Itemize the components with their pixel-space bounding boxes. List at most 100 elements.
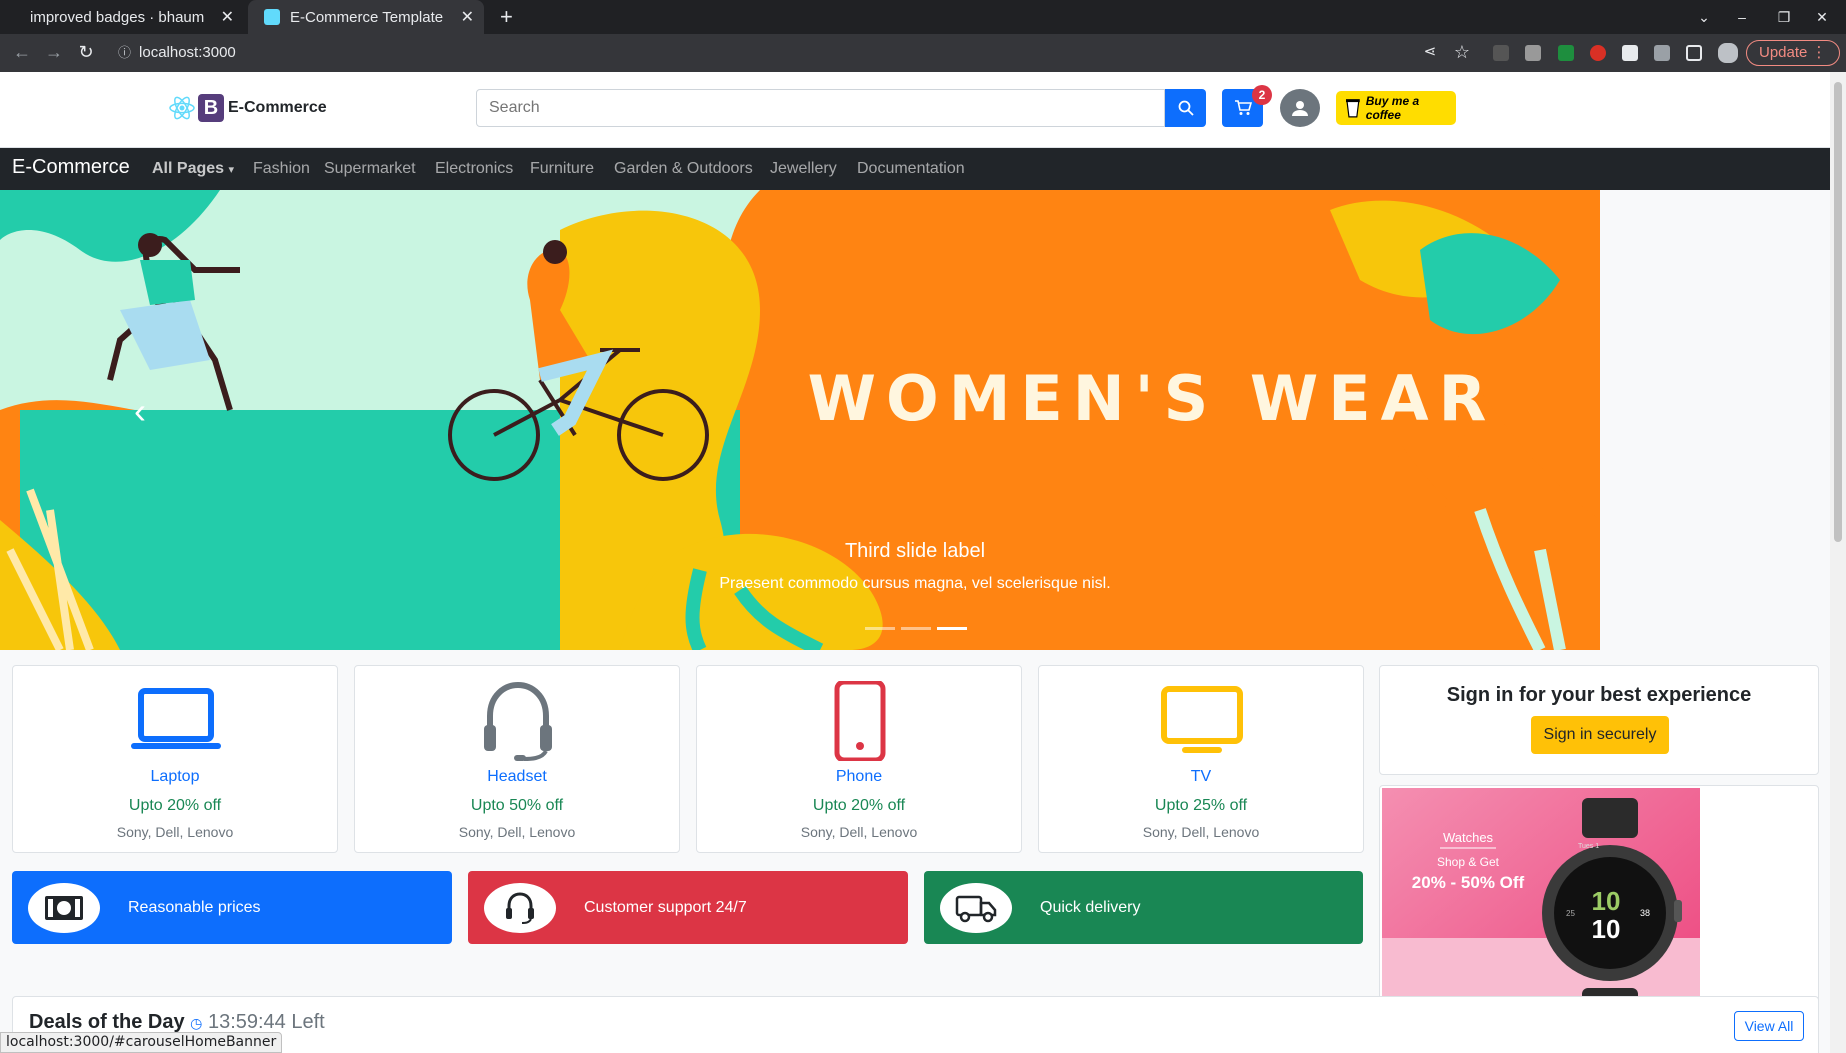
- restore-icon[interactable]: ❐: [1772, 6, 1796, 28]
- feature-label: Quick delivery: [1040, 898, 1141, 916]
- back-icon[interactable]: ←: [10, 42, 34, 63]
- caption-text: Praesent commodo cursus magna, vel scele…: [719, 575, 1111, 592]
- browser-tab-active[interactable]: E-Commerce Template ✕: [248, 0, 484, 34]
- carousel-indicator-active[interactable]: [937, 627, 967, 630]
- nav-link-garden[interactable]: Garden & Outdoors: [614, 160, 753, 178]
- site-logo[interactable]: B E-Commerce: [168, 94, 327, 122]
- info-icon[interactable]: ⓘ: [118, 45, 131, 60]
- category-brands: Sony, Dell, Lenovo: [800, 824, 918, 840]
- feature-label: Customer support 24/7: [584, 898, 747, 916]
- category-card-tv[interactable]: TV Upto 25% off Sony, Dell, Lenovo: [1038, 665, 1364, 853]
- nav-link-furniture[interactable]: Furniture: [530, 160, 594, 178]
- update-button[interactable]: Update ⋮: [1746, 40, 1840, 66]
- nav-link-fashion[interactable]: Fashion: [253, 160, 310, 178]
- scrollbar-thumb[interactable]: [1834, 82, 1842, 542]
- category-card-phone[interactable]: Phone Upto 20% off Sony, Dell, Lenovo: [696, 665, 1022, 853]
- search-bar: [476, 89, 1206, 127]
- side-panel-icon[interactable]: [1686, 45, 1702, 61]
- page-scrollbar[interactable]: [1830, 72, 1846, 1053]
- carousel-indicator[interactable]: [901, 627, 931, 630]
- profile-icon[interactable]: [1718, 43, 1738, 63]
- deals-heading: Deals of the Day ◷ 13:59:44 Left: [29, 1011, 325, 1034]
- category-brands: Sony, Dell, Lenovo: [116, 824, 234, 840]
- link-status-bar: localhost:3000/#carouselHomeBanner: [0, 1032, 283, 1053]
- watch-seconds: 38: [1640, 908, 1650, 918]
- category-offer: Upto 20% off: [812, 797, 906, 814]
- extension-icon[interactable]: [1493, 45, 1509, 61]
- category-title: TV: [1190, 768, 1212, 785]
- laptop-icon: [131, 688, 221, 749]
- deals-suffix: Left: [291, 1011, 325, 1033]
- carousel-caption: Third slide label Praesent commodo cursu…: [600, 540, 1230, 593]
- truck-icon: [940, 882, 1012, 933]
- nav-link-electronics[interactable]: Electronics: [435, 160, 513, 178]
- puzzle-icon[interactable]: [1622, 45, 1638, 61]
- carousel-indicators: [865, 627, 967, 630]
- deals-timer: 13:59:44: [207, 1011, 286, 1033]
- reload-icon[interactable]: ↻: [74, 42, 98, 63]
- phone-icon: [834, 681, 886, 761]
- browser-tab-strip: improved badges · bhaum ✕ E-Commerce Tem…: [0, 0, 1846, 34]
- signin-button[interactable]: Sign in securely: [1531, 716, 1669, 754]
- deals-card: Deals of the Day ◷ 13:59:44 Left View Al…: [12, 996, 1819, 1053]
- close-icon[interactable]: ✕: [461, 7, 474, 27]
- download-icon[interactable]: [1558, 45, 1574, 61]
- tv-icon: [1161, 686, 1243, 753]
- promo-heading: Watches: [1443, 830, 1494, 845]
- category-title: Headset: [487, 768, 547, 785]
- new-tab-icon[interactable]: +: [500, 4, 513, 30]
- buy-me-a-coffee-button[interactable]: Buy me a coffee: [1336, 91, 1456, 125]
- extension-icon[interactable]: [1525, 45, 1541, 61]
- extension-icon[interactable]: [1590, 45, 1606, 61]
- carousel-indicator[interactable]: [865, 627, 895, 630]
- favicon-icon: [264, 9, 280, 25]
- search-icon: [1178, 100, 1194, 116]
- category-card-headset[interactable]: Headset Upto 50% off Sony, Dell, Lenovo: [354, 665, 680, 853]
- promo-subheading: Shop & Get: [1437, 855, 1500, 869]
- tab-search-icon[interactable]: ⌄: [1692, 6, 1716, 28]
- forward-icon[interactable]: →: [42, 42, 66, 63]
- close-icon[interactable]: ✕: [221, 7, 234, 27]
- clock-icon: ◷: [190, 1015, 203, 1031]
- coffee-label: Buy me a coffee: [1365, 94, 1420, 122]
- caret-down-icon: ▾: [228, 164, 235, 176]
- share-icon[interactable]: ⋖: [1418, 42, 1442, 60]
- browser-tab[interactable]: improved badges · bhaum ✕: [14, 0, 244, 34]
- signin-title: Sign in for your best experience: [1446, 684, 1752, 706]
- watch-side: 25: [1566, 909, 1575, 918]
- category-offer: Upto 50% off: [470, 797, 564, 814]
- minimize-icon[interactable]: –: [1730, 6, 1754, 28]
- search-button[interactable]: [1165, 89, 1206, 127]
- promo-discount: 20% - 50% Off: [1412, 873, 1525, 892]
- navbar-brand[interactable]: E-Commerce: [12, 156, 130, 179]
- category-offer: Upto 20% off: [128, 797, 222, 814]
- carousel-prev-icon[interactable]: ‹: [120, 390, 160, 450]
- nav-link-documentation[interactable]: Documentation: [857, 160, 965, 178]
- caption-title: Third slide label: [844, 540, 986, 562]
- main-navbar: E-Commerce All Pages ▾ Fashion Supermark…: [0, 148, 1830, 190]
- category-card-laptop[interactable]: Laptop Upto 20% off Sony, Dell, Lenovo: [12, 665, 338, 853]
- coffee-cup-icon: [1346, 99, 1360, 118]
- category-brands: Sony, Dell, Lenovo: [458, 824, 576, 840]
- reading-list-icon[interactable]: [1654, 45, 1670, 61]
- search-input[interactable]: [476, 89, 1165, 127]
- address-bar[interactable]: ⓘ localhost:3000: [108, 39, 1408, 67]
- site-header: B E-Commerce 2 Buy me a coffee: [0, 72, 1830, 148]
- browser-toolbar: ← → ↻ ⓘ localhost:3000 ⋖ ☆ Update ⋮: [0, 34, 1846, 72]
- close-window-icon[interactable]: ✕: [1810, 6, 1834, 28]
- category-title: Laptop: [150, 768, 200, 785]
- watch-minute: 10: [1592, 914, 1621, 944]
- view-all-button[interactable]: View All: [1734, 1011, 1804, 1041]
- nav-link-supermarket[interactable]: Supermarket: [324, 160, 416, 178]
- user-icon: [1292, 101, 1308, 116]
- home-carousel[interactable]: WOMEN'S WEAR ‹ Third slide label Praesen…: [0, 190, 1600, 650]
- cart-icon: [1234, 100, 1252, 115]
- nav-all-pages-dropdown[interactable]: All Pages ▾: [152, 160, 234, 178]
- nav-link-jewellery[interactable]: Jewellery: [770, 160, 837, 178]
- tab-title: improved badges · bhaum: [30, 8, 205, 26]
- nav-link-label: All Pages: [152, 160, 225, 177]
- watch-label: Tues 1: [1578, 843, 1599, 850]
- user-menu-button[interactable]: [1280, 89, 1320, 127]
- bootstrap-icon: B: [198, 94, 224, 122]
- bookmark-star-icon[interactable]: ☆: [1450, 42, 1474, 63]
